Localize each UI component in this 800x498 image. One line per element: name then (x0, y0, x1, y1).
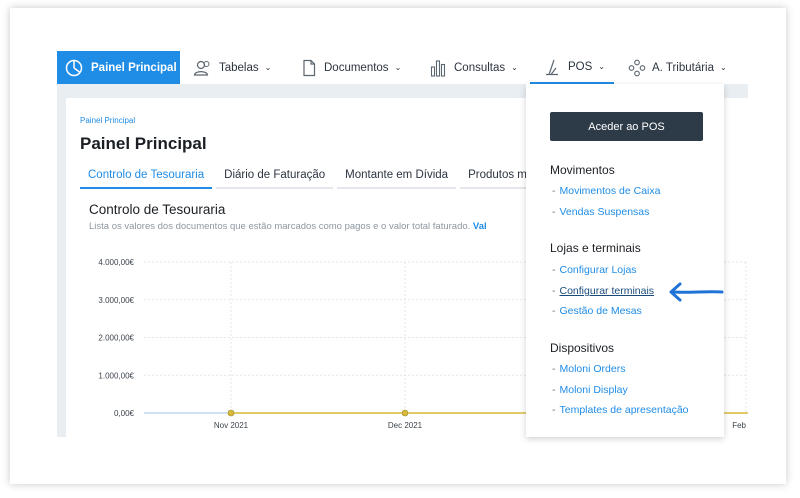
dash: - (552, 185, 556, 197)
top-navigation: Painel Principal Tabelas ⌄ Documentos ⌄ … (57, 51, 748, 84)
tab-produtos[interactable]: Produtos m (460, 162, 527, 189)
menu-item-moloni-orders[interactable]: - Moloni Orders (552, 363, 625, 375)
chevron-down-icon: ⌄ (720, 63, 727, 72)
menu-item-configurar-lojas[interactable]: - Configurar Lojas (552, 264, 637, 276)
document-icon (303, 59, 316, 76)
menu-item-moloni-display[interactable]: - Moloni Display (552, 384, 628, 396)
y-tick-label: 2.000,00€ (98, 334, 134, 343)
menu-item-vendas-suspensas[interactable]: - Vendas Suspensas (552, 206, 649, 218)
section-title: Controlo de Tesouraria (89, 202, 226, 217)
dash: - (552, 404, 556, 416)
tab-montante-divida[interactable]: Montante em Dívida (337, 162, 457, 189)
series-point (227, 409, 235, 417)
aceder-pos-button[interactable]: Aceder ao POS (550, 112, 703, 141)
menu-item-label: Moloni Display (559, 384, 628, 396)
dash: - (552, 384, 556, 396)
nav-label: A. Tributária (652, 61, 714, 74)
menu-item-label: Vendas Suspensas (559, 206, 650, 218)
section-more-link[interactable]: Val (473, 221, 487, 232)
menu-group-lojas-terminais: Lojas e terminais (550, 241, 641, 255)
nav-autoridade-tributaria[interactable]: A. Tributária ⌄ (628, 51, 738, 84)
chevron-down-icon: ⌄ (511, 63, 518, 72)
page-title: Painel Principal (80, 134, 207, 153)
menu-item-label: Movimentos de Caixa (559, 185, 661, 197)
breadcrumb[interactable]: Painel Principal (80, 116, 135, 125)
tab-diario-faturacao[interactable]: Diário de Faturação (216, 162, 334, 189)
menu-group-movimentos: Movimentos (550, 163, 615, 177)
x-tick-label: Feb (732, 421, 746, 430)
section-description-text: Lista os valores dos documentos que estã… (89, 221, 471, 232)
tab-controlo-tesouraria[interactable]: Controlo de Tesouraria (80, 162, 213, 189)
menu-item-label: Configurar Lojas (559, 264, 637, 276)
nav-label: Documentos (324, 61, 389, 74)
nav-tabelas[interactable]: Tabelas ⌄ (193, 51, 283, 84)
nav-pos[interactable]: POS ⌄ (530, 51, 614, 84)
dash: - (552, 206, 556, 218)
dash: - (552, 285, 556, 297)
menu-item-label: Gestão de Mesas (559, 305, 642, 317)
pos-terminal-icon (546, 59, 558, 75)
y-tick-label: 1.000,00€ (98, 371, 134, 380)
nav-documentos[interactable]: Documentos ⌄ (301, 51, 411, 84)
menu-item-gestao-mesas[interactable]: - Gestão de Mesas (552, 305, 642, 317)
menu-item-configurar-terminais[interactable]: - Configurar terminais (552, 285, 654, 297)
chevron-down-icon: ⌄ (598, 62, 605, 71)
dashboard-tabs: Controlo de Tesouraria Diário de Faturaç… (80, 162, 530, 189)
nav-label: Painel Principal (91, 61, 177, 74)
menu-item-movimentos-caixa[interactable]: - Movimentos de Caixa (552, 185, 660, 197)
y-tick-label: 0,00€ (114, 409, 135, 418)
users-icon (193, 60, 210, 76)
chevron-down-icon: ⌄ (264, 63, 272, 72)
nav-label: Consultas (454, 61, 506, 74)
menu-item-label: Templates de apresentação (559, 404, 689, 416)
menu-item-templates-apresentacao[interactable]: - Templates de apresentação (552, 404, 689, 416)
network-icon (628, 59, 646, 76)
menu-item-label: Moloni Orders (559, 363, 626, 375)
annotation-arrow-icon (669, 282, 724, 302)
pie-chart-icon (65, 59, 83, 76)
section-description: Lista os valores dos documentos que estã… (89, 221, 487, 232)
menu-item-label: Configurar terminais (559, 285, 655, 297)
nav-label: POS (568, 60, 593, 73)
y-tick-label: 3.000,00€ (98, 296, 134, 305)
nav-consultas[interactable]: Consultas ⌄ (430, 51, 530, 84)
dash: - (552, 363, 556, 375)
y-tick-label: 4.000,00€ (98, 258, 134, 267)
menu-group-dispositivos: Dispositivos (550, 341, 615, 355)
chevron-down-icon: ⌄ (394, 63, 402, 72)
x-tick-label: Nov 2021 (214, 421, 249, 430)
dash: - (552, 305, 556, 317)
dash: - (552, 264, 556, 276)
series-point (401, 409, 409, 417)
bar-chart-icon (430, 59, 446, 77)
nav-painel-principal[interactable]: Painel Principal (57, 51, 180, 84)
x-tick-label: Dec 2021 (388, 421, 423, 430)
nav-label: Tabelas (219, 61, 259, 74)
